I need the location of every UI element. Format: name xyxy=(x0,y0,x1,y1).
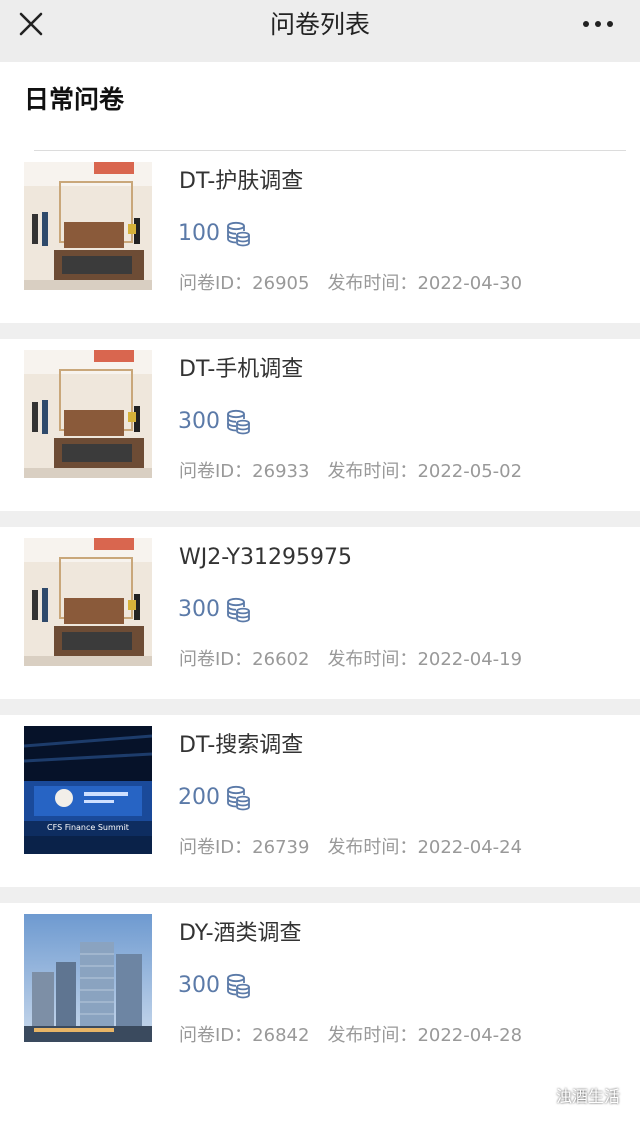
survey-list: DT-护肤调查 100 问卷ID：26905 发布时间：2022-04-30 DT-手机… xyxy=(0,151,640,1075)
survey-meta: 问卷ID：26842 发布时间：2022-04-28 xyxy=(179,1023,522,1049)
survey-thumbnail: CFS Finance Summit xyxy=(24,726,152,854)
coin-icon xyxy=(227,409,250,435)
survey-points: 300 xyxy=(178,407,250,437)
page-title: 问卷列表 xyxy=(269,10,370,39)
survey-thumbnail xyxy=(24,914,152,1042)
survey-points: 100 xyxy=(178,219,250,249)
coin-icon xyxy=(227,597,250,623)
time-label: 发布时间： xyxy=(327,837,418,858)
survey-id: 26905 xyxy=(252,273,310,294)
survey-id: 26602 xyxy=(252,649,310,670)
id-label: 问卷ID： xyxy=(179,649,253,670)
survey-thumbnail xyxy=(24,538,152,666)
card-separator xyxy=(0,887,640,903)
survey-meta: 问卷ID：26602 发布时间：2022-04-19 xyxy=(179,647,522,673)
coin-icon xyxy=(227,973,250,999)
points-value: 100 xyxy=(178,221,220,246)
survey-card[interactable]: DT-手机调查 300 问卷ID：26933 发布时间：2022-05-02 xyxy=(0,339,640,511)
survey-card[interactable]: CFS Finance Summit DT-搜索调查 200 问卷ID：26739 发布… xyxy=(0,715,640,887)
navbar: 问卷列表 xyxy=(0,0,640,62)
id-label: 问卷ID： xyxy=(179,461,253,482)
card-separator xyxy=(0,699,640,715)
watermark-text: 浊酒生活 xyxy=(555,1087,620,1106)
survey-title: DT-搜索调查 xyxy=(179,733,304,758)
survey-card[interactable]: DT-护肤调查 100 问卷ID：26905 发布时间：2022-04-30 xyxy=(0,151,640,323)
survey-card[interactable]: DY-酒类调查 300 问卷ID：26842 发布时间：2022-04-28 xyxy=(0,903,640,1075)
publish-date: 2022-04-28 xyxy=(417,1025,523,1046)
points-value: 300 xyxy=(178,597,220,622)
card-separator xyxy=(0,511,640,527)
card-separator xyxy=(0,323,640,339)
survey-title: WJ2-Y31295975 xyxy=(179,545,352,570)
survey-meta: 问卷ID：26933 发布时间：2022-05-02 xyxy=(179,459,522,485)
survey-id: 26933 xyxy=(252,461,310,482)
survey-meta: 问卷ID：26905 发布时间：2022-04-30 xyxy=(179,271,522,297)
summit-banner-text: CFS Finance Summit xyxy=(47,823,129,832)
survey-id: 26739 xyxy=(252,837,310,858)
id-label: 问卷ID： xyxy=(179,837,253,858)
survey-points: 200 xyxy=(178,783,250,813)
survey-points: 300 xyxy=(178,595,250,625)
points-value: 300 xyxy=(178,973,220,998)
points-value: 200 xyxy=(178,785,220,810)
section-title: 日常问卷 xyxy=(24,85,125,114)
survey-thumbnail xyxy=(24,162,152,290)
survey-points: 300 xyxy=(178,971,250,1001)
survey-title: DT-手机调查 xyxy=(179,357,304,382)
publish-date: 2022-05-02 xyxy=(417,461,523,482)
survey-meta: 问卷ID：26739 发布时间：2022-04-24 xyxy=(179,835,522,861)
time-label: 发布时间： xyxy=(327,649,418,670)
wechat-icon xyxy=(530,1087,550,1103)
more-icon[interactable] xyxy=(580,8,616,38)
points-value: 300 xyxy=(178,409,220,434)
survey-title: DY-酒类调查 xyxy=(179,921,302,946)
survey-card[interactable]: WJ2-Y31295975 300 问卷ID：26602 发布时间：2022-04-1… xyxy=(0,527,640,699)
time-label: 发布时间： xyxy=(327,273,418,294)
time-label: 发布时间： xyxy=(327,1025,418,1046)
survey-id: 26842 xyxy=(252,1025,310,1046)
survey-thumbnail xyxy=(24,350,152,478)
watermark: 浊酒生活 xyxy=(530,1082,620,1108)
coin-icon xyxy=(227,785,250,811)
coin-icon xyxy=(227,221,250,247)
publish-date: 2022-04-19 xyxy=(417,649,523,670)
survey-title: DT-护肤调查 xyxy=(179,169,304,194)
id-label: 问卷ID： xyxy=(179,1025,253,1046)
publish-date: 2022-04-30 xyxy=(417,273,523,294)
id-label: 问卷ID： xyxy=(179,273,253,294)
publish-date: 2022-04-24 xyxy=(417,837,523,858)
time-label: 发布时间： xyxy=(327,461,418,482)
